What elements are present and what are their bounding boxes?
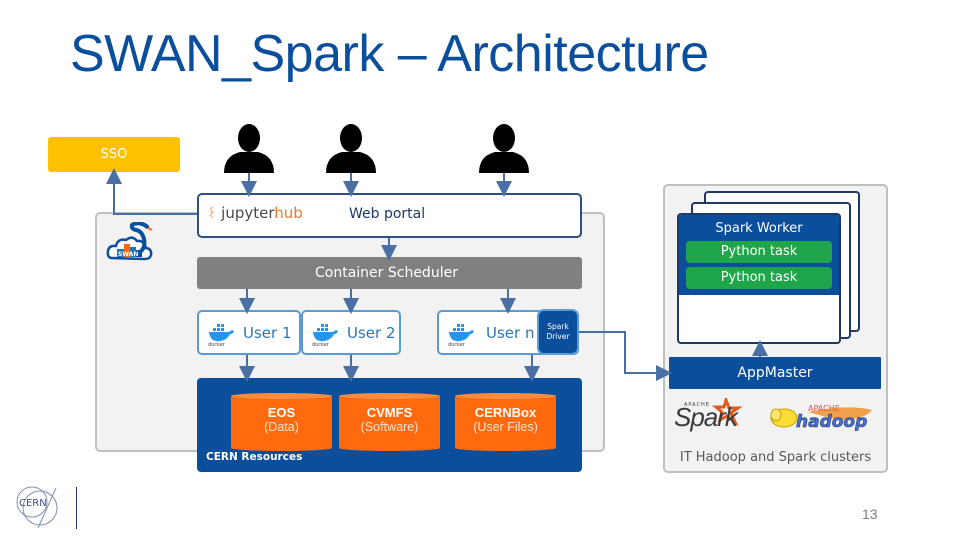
appmaster-label: AppMaster xyxy=(737,365,813,381)
spark-driver-box: Spark Driver xyxy=(537,309,579,355)
slide-title: SWAN_Spark – Architecture xyxy=(70,25,709,83)
container-scheduler-label: Container Scheduler xyxy=(315,265,458,281)
user-container-label: User 1 xyxy=(243,324,292,342)
web-portal-label: Web portal xyxy=(349,206,426,222)
jupyterhub-suffix: hub xyxy=(274,204,303,222)
container-scheduler: Container Scheduler xyxy=(197,257,582,289)
user-icon-2 xyxy=(324,124,378,178)
svg-text:CERN: CERN xyxy=(19,498,47,509)
user-container-label: User 2 xyxy=(347,324,396,342)
appmaster-box: AppMaster xyxy=(669,357,881,389)
sso-label: SSO xyxy=(100,147,128,162)
svg-text:docker: docker xyxy=(448,342,466,346)
web-portal-box: ꒰ jupyterhub Web portal xyxy=(197,193,582,238)
swan-logo-text: SWAN xyxy=(118,251,138,258)
docker-icon: docker xyxy=(312,324,338,346)
user-silhouette-icon xyxy=(326,124,376,173)
storage-desc: (User Files) xyxy=(473,420,538,434)
storage-desc: (Software) xyxy=(360,420,419,434)
sso-connector xyxy=(106,168,197,215)
sso-box: SSO xyxy=(48,137,180,172)
docker-icon: docker xyxy=(208,324,234,346)
user-icon-1 xyxy=(222,124,276,178)
storage-cvmfs: CVMFS (Software) xyxy=(339,393,440,451)
svg-text:docker: docker xyxy=(208,342,226,346)
spark-logo-text: Spark xyxy=(674,402,738,432)
swan-logo: SWAN xyxy=(106,221,156,270)
storage-name: CERNBox xyxy=(474,405,537,420)
cluster-label: IT Hadoop and Spark clusters xyxy=(679,450,872,465)
spark-driver-label: Spark Driver xyxy=(546,322,570,341)
user-container-label: User n xyxy=(486,324,535,342)
user-silhouette-icon xyxy=(224,124,274,173)
user-icon-3 xyxy=(477,124,531,178)
cern-resources-box: EOS (Data) CVMFS (Software) CERNBox (Use… xyxy=(197,378,582,472)
hadoop-elephant-icon: APACHE hadoop xyxy=(770,404,872,432)
storage-eos: EOS (Data) xyxy=(231,393,332,451)
footer-divider xyxy=(76,487,77,529)
docker-icon: docker xyxy=(448,324,474,346)
jupyterhub-logo: ꒰ jupyterhub xyxy=(207,204,303,222)
jupyter-ring-icon: ꒰ xyxy=(207,207,218,222)
svg-text:hadoop: hadoop xyxy=(796,412,867,432)
storage-name: CVMFS xyxy=(366,405,413,420)
user-container-2: docker User 2 xyxy=(301,310,401,355)
svg-text:docker: docker xyxy=(312,342,330,346)
jupyterhub-prefix: jupyter xyxy=(221,204,275,222)
page-number: 13 xyxy=(862,506,878,522)
user-silhouette-icon xyxy=(479,124,529,173)
spark-worker-title: Spark Worker xyxy=(715,221,803,236)
spark-worker: Spark Worker Python task Python task xyxy=(677,213,841,344)
user-container-1: docker User 1 xyxy=(197,310,301,355)
cern-logo: CERN xyxy=(10,482,66,534)
storage-cernbox: CERNBox (User Files) xyxy=(455,393,556,451)
python-task-2: Python task xyxy=(686,267,832,289)
storage-name: EOS xyxy=(267,405,296,420)
storage-desc: (Data) xyxy=(264,420,299,434)
cern-logo-icon: CERN xyxy=(16,486,58,529)
apache-spark-logo: APACHE Spark xyxy=(674,395,750,438)
apache-hadoop-logo: APACHE hadoop xyxy=(768,402,876,436)
cern-resources-label: CERN Resources xyxy=(206,451,303,463)
python-task-1: Python task xyxy=(686,241,832,263)
swan-logo-icon: SWAN xyxy=(106,221,153,261)
